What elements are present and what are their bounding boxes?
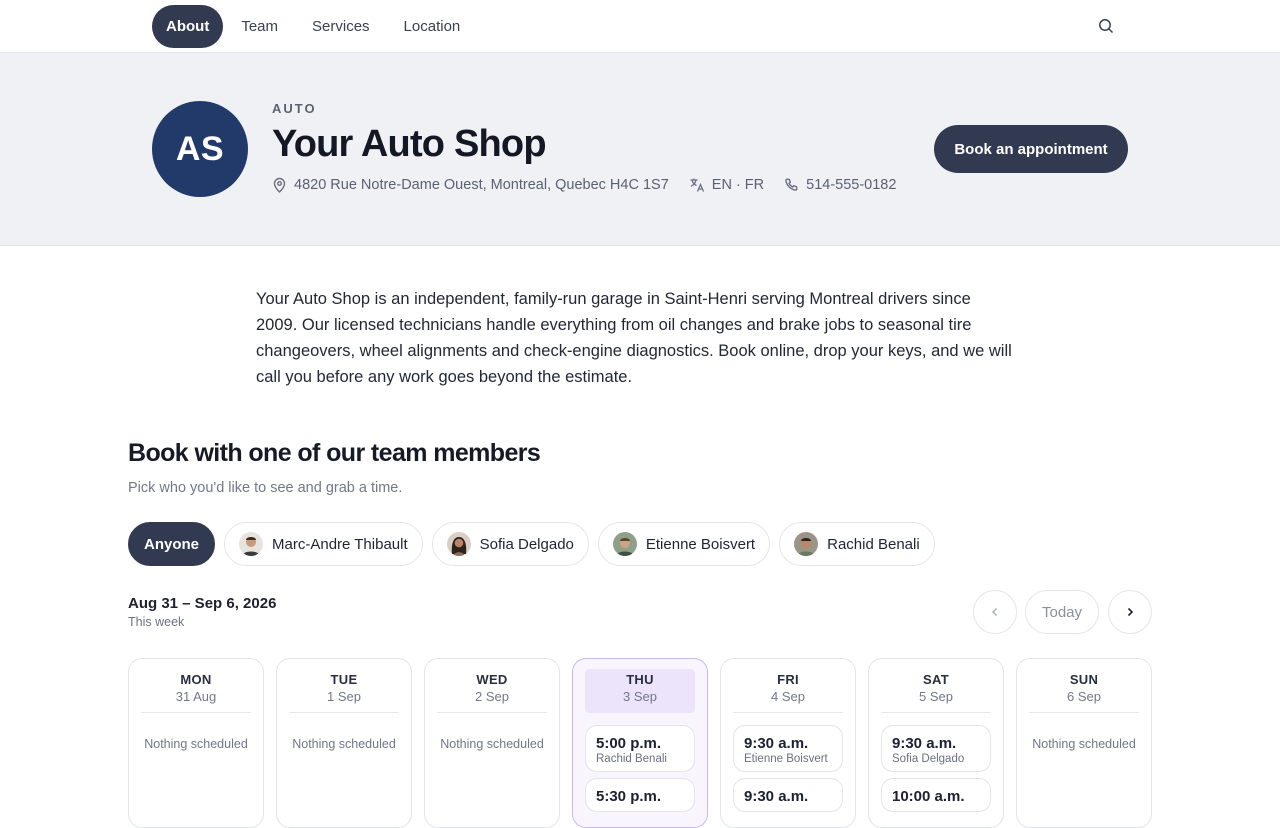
day-header: THU 3 Sep	[585, 669, 695, 713]
translate-icon	[690, 178, 704, 192]
day-header: SAT 5 Sep	[881, 669, 991, 713]
shop-languages: EN · FR	[689, 177, 764, 193]
chip-etienne-boisvert[interactable]: Etienne Boisvert	[597, 522, 771, 566]
tab-services[interactable]: Services	[296, 5, 386, 48]
nothing-scheduled: Nothing scheduled	[1032, 737, 1136, 751]
tab-location[interactable]: Location	[388, 5, 477, 48]
day-of-week: THU	[626, 672, 654, 687]
day-column-fri: FRI 4 Sep 9:30 a.m. Etienne Boisvert 9:3…	[720, 658, 856, 828]
day-column-tue: TUE 1 Sep Nothing scheduled	[276, 658, 412, 828]
day-header: TUE 1 Sep	[289, 669, 399, 713]
tab-about[interactable]: About	[152, 5, 224, 48]
page-title: Your Auto Shop	[272, 123, 547, 165]
phone-icon	[785, 177, 798, 191]
chevron-right-icon	[1127, 607, 1134, 617]
week-calendar: MON 31 Aug Nothing scheduled TUE 1 Sep N…	[128, 658, 1152, 828]
slot-time: 9:30 a.m.	[892, 735, 957, 752]
shop-header: AS AUTO Your Auto Shop 4820 Rue Notre-Da…	[0, 53, 1280, 246]
day-date: 31 Aug	[175, 689, 217, 704]
slot-time: 10:00 a.m.	[892, 788, 965, 805]
chip-label: Etienne Boisvert	[645, 535, 756, 553]
slot-staff: Sofia Delgado	[892, 753, 965, 765]
nothing-scheduled: Nothing scheduled	[144, 737, 248, 751]
shop-avatar: AS	[152, 101, 248, 197]
today-button[interactable]: Today	[1025, 590, 1099, 634]
day-header: SUN 6 Sep	[1029, 669, 1139, 713]
tab-team[interactable]: Team	[225, 5, 294, 48]
time-slot[interactable]: 5:30 p.m.	[585, 778, 695, 812]
day-date: 6 Sep	[1067, 689, 1101, 704]
chip-label: Rachid Benali	[827, 535, 920, 553]
day-header: WED 2 Sep	[437, 669, 547, 713]
map-pin-icon	[273, 177, 286, 193]
nothing-scheduled: Nothing scheduled	[292, 737, 396, 751]
slot-time: 5:30 p.m.	[596, 788, 662, 805]
shop-category: AUTO	[272, 101, 317, 116]
chip-label: Marc-Andre Thibault	[272, 535, 408, 553]
next-week-button[interactable]	[1108, 590, 1152, 634]
avatar	[239, 532, 264, 556]
day-column-mon: MON 31 Aug Nothing scheduled	[128, 658, 264, 828]
day-of-week: FRI	[777, 672, 799, 687]
team-section-subtitle: Pick who you'd like to see and grab a ti…	[128, 480, 403, 496]
day-of-week: SUN	[1069, 672, 1099, 687]
avatar	[446, 532, 471, 556]
day-of-week: MON	[180, 672, 212, 687]
time-slot[interactable]: 9:30 a.m.	[733, 778, 843, 812]
slot-staff: Rachid Benali	[596, 753, 667, 765]
time-slot[interactable]: 9:30 a.m. Sofia Delgado	[881, 725, 991, 772]
phone-text: 514-555-0182	[806, 177, 897, 193]
day-date: 1 Sep	[327, 689, 361, 704]
about-text: Your Auto Shop is an independent, family…	[256, 290, 1012, 386]
avatar	[794, 532, 819, 556]
day-date: 5 Sep	[919, 689, 953, 704]
chip-anyone[interactable]: Anyone	[128, 522, 216, 566]
day-column-wed: WED 2 Sep Nothing scheduled	[424, 658, 560, 828]
search-button[interactable]	[1094, 14, 1118, 38]
week-label: This week	[128, 615, 185, 629]
team-section-title: Book with one of our team members	[128, 439, 541, 467]
languages-text: EN · FR	[711, 177, 765, 193]
chip-marc-andre-thibault[interactable]: Marc-Andre Thibault	[224, 522, 423, 566]
slot-time: 5:00 p.m.	[596, 735, 662, 752]
day-column-sat: SAT 5 Sep 9:30 a.m. Sofia Delgado 10:00 …	[868, 658, 1004, 828]
nav-tabs: About Team Services Location	[152, 5, 476, 48]
team-chips: Anyone Marc-Andre Thibault Sofia Delgado…	[128, 522, 935, 566]
slot-time: 9:30 a.m.	[744, 788, 809, 805]
day-header: MON 31 Aug	[141, 669, 251, 713]
time-slot[interactable]: 9:30 a.m. Etienne Boisvert	[733, 725, 843, 772]
day-date: 2 Sep	[475, 689, 509, 704]
chip-sofia-delgado[interactable]: Sofia Delgado	[431, 522, 589, 566]
day-date: 3 Sep	[623, 689, 657, 704]
day-of-week: WED	[476, 672, 508, 687]
book-appointment-button[interactable]: Book an appointment	[934, 125, 1128, 173]
chip-rachid-benali[interactable]: Rachid Benali	[779, 522, 935, 566]
day-of-week: TUE	[330, 672, 358, 687]
chip-label: Sofia Delgado	[479, 535, 574, 553]
chip-label: Anyone	[144, 535, 200, 553]
day-of-week: SAT	[923, 672, 949, 687]
previous-week-button[interactable]	[973, 590, 1017, 634]
day-column-thu: THU 3 Sep 5:00 p.m. Rachid Benali 5:30 p…	[572, 658, 708, 828]
chevron-left-icon	[991, 607, 998, 617]
day-date: 4 Sep	[771, 689, 805, 704]
avatar	[612, 532, 637, 556]
slot-time: 9:30 a.m.	[744, 735, 809, 752]
day-column-sun: SUN 6 Sep Nothing scheduled	[1016, 658, 1152, 828]
week-range: Aug 31 – Sep 6, 2026	[128, 595, 277, 612]
shop-address[interactable]: 4820 Rue Notre-Dame Ouest, Montreal, Que…	[272, 177, 669, 193]
shop-meta: 4820 Rue Notre-Dame Ouest, Montreal, Que…	[272, 177, 916, 193]
time-slot[interactable]: 5:00 p.m. Rachid Benali	[585, 725, 695, 772]
shop-phone[interactable]: 514-555-0182	[784, 177, 896, 193]
top-nav: About Team Services Location	[0, 0, 1280, 53]
address-text: 4820 Rue Notre-Dame Ouest, Montreal, Que…	[294, 177, 669, 193]
day-header: FRI 4 Sep	[733, 669, 843, 713]
nothing-scheduled: Nothing scheduled	[440, 737, 544, 751]
time-slot[interactable]: 10:00 a.m.	[881, 778, 991, 812]
search-icon	[1099, 19, 1114, 34]
slot-staff: Etienne Boisvert	[744, 753, 828, 765]
